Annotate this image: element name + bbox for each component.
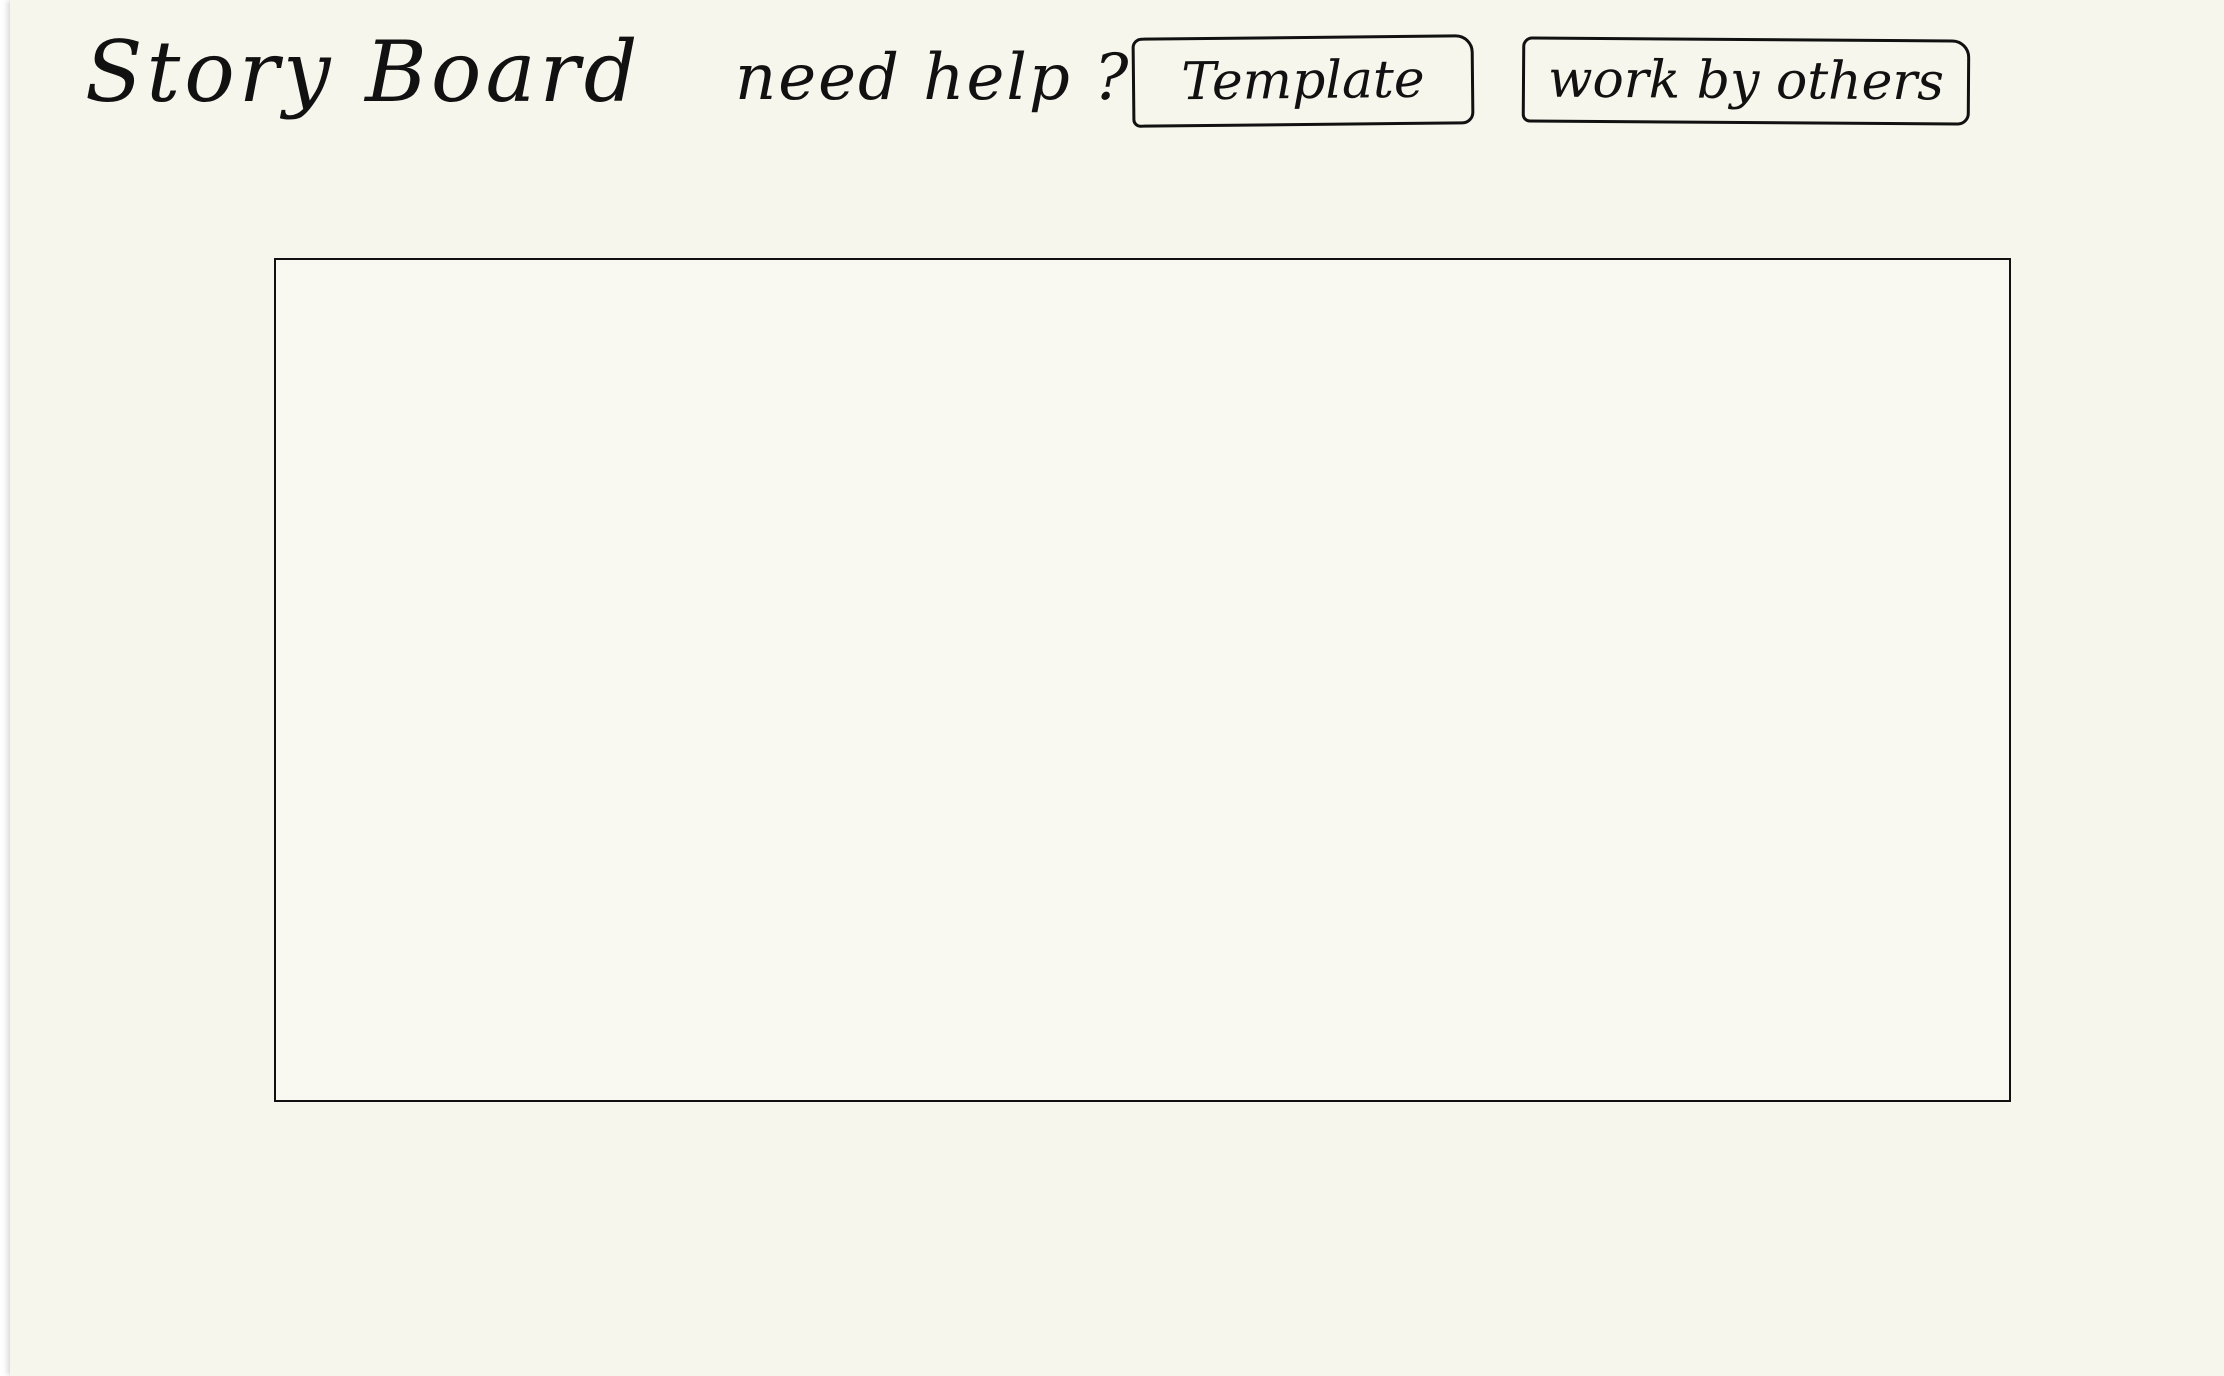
- help-prompt: need help ?: [735, 41, 1131, 115]
- template-button-label: Template: [1181, 49, 1425, 113]
- work-by-others-button-label: work by others: [1547, 49, 1945, 113]
- storyboard-canvas[interactable]: [274, 258, 2011, 1102]
- page-title: Story Board: [85, 23, 642, 121]
- work-by-others-button[interactable]: work by others: [1521, 36, 1971, 126]
- template-button[interactable]: Template: [1131, 34, 1475, 128]
- sketch-page: Story Board need help ? Template work by…: [10, 0, 2224, 1376]
